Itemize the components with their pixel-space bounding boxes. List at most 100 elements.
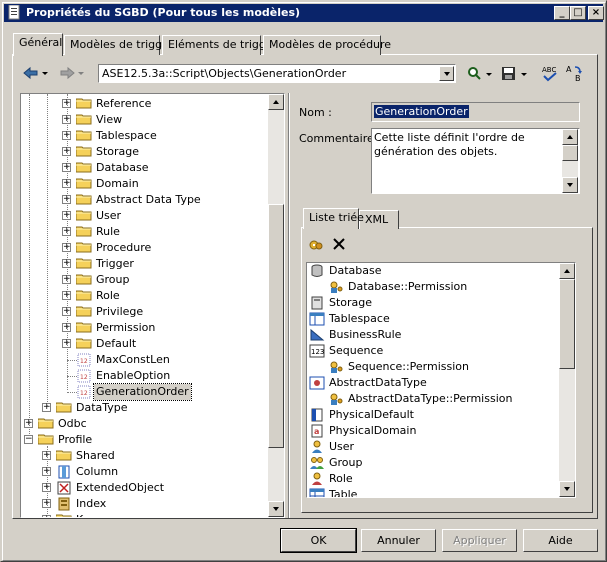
tab-procedure-templates[interactable]: Modèles de procédure bbox=[263, 35, 391, 55]
tree-item-label: DataType bbox=[76, 401, 128, 414]
resource-tree[interactable]: + Reference + View + Tablespace + Storage + Datab… bbox=[20, 93, 285, 518]
find-icon[interactable] bbox=[466, 66, 494, 84]
tree-item[interactable]: + Rule bbox=[21, 224, 266, 240]
spell-check-icon[interactable]: ABC bbox=[541, 64, 559, 82]
name-field[interactable]: GenerationOrder bbox=[371, 102, 580, 122]
maximize-button[interactable]: □ bbox=[570, 6, 586, 20]
replace-icon[interactable]: AB bbox=[565, 64, 585, 83]
tab-trigger-templates[interactable]: Modèles de trigger bbox=[64, 35, 173, 55]
tree-item[interactable]: + Column bbox=[21, 464, 266, 480]
svg-text:12: 12 bbox=[80, 390, 88, 397]
tree-scroll-down[interactable] bbox=[268, 501, 284, 517]
tree-item[interactable]: + Procedure bbox=[21, 240, 266, 256]
tablespace-icon bbox=[309, 312, 325, 326]
sorted-list[interactable]: Database Database::Permission Storage Table… bbox=[306, 262, 576, 498]
tree-item[interactable]: 12 EnableOption bbox=[21, 368, 266, 384]
comment-field[interactable]: Cette liste définit l'ordre de génératio… bbox=[371, 128, 580, 194]
tree-item-label: MaxConstLen bbox=[96, 353, 170, 366]
tree-item-label: Group bbox=[96, 273, 130, 286]
tree-item[interactable]: + Abstract Data Type bbox=[21, 192, 266, 208]
title-bar[interactable]: Propriétés du SGBD (Pour tous les modèle… bbox=[4, 4, 604, 22]
tab-sorted-list[interactable]: Liste triée bbox=[303, 208, 364, 229]
tree-item[interactable]: + Index bbox=[21, 496, 266, 512]
role-icon bbox=[309, 472, 325, 486]
name-value: GenerationOrder bbox=[374, 105, 469, 118]
properties-icon[interactable] bbox=[308, 237, 324, 256]
tree-item-label: Default bbox=[96, 337, 137, 350]
help-button[interactable]: Aide bbox=[523, 529, 598, 552]
close-button[interactable]: × bbox=[588, 6, 604, 20]
permission-icon bbox=[328, 280, 344, 294]
tree-item[interactable]: + Default bbox=[21, 336, 266, 352]
tree-item[interactable]: + Shared bbox=[21, 448, 266, 464]
tab-trigger-elements[interactable]: Eléments de trigger bbox=[162, 35, 277, 55]
tree-scroll-up[interactable] bbox=[268, 94, 284, 110]
tree-item-label: Abstract Data Type bbox=[96, 193, 201, 206]
ok-button[interactable]: OK bbox=[280, 528, 357, 553]
delete-icon[interactable] bbox=[332, 237, 346, 254]
comment-scroll-up[interactable] bbox=[562, 129, 578, 145]
list-item-label: AbstractDataType::Permission bbox=[348, 392, 513, 405]
tree-item[interactable]: 12 GenerationOrder bbox=[21, 383, 266, 401]
tree-item-label: Procedure bbox=[96, 241, 152, 254]
folder-icon bbox=[75, 257, 92, 271]
expand-toggle-icon[interactable]: − bbox=[24, 435, 33, 444]
tree-item-label: Rule bbox=[96, 225, 120, 238]
tree-scroll-thumb[interactable] bbox=[268, 204, 284, 448]
tab-general[interactable]: Général bbox=[13, 33, 63, 56]
tree-item[interactable]: + User bbox=[21, 208, 266, 224]
forward-arrow-icon[interactable] bbox=[59, 66, 85, 84]
tree-item-label: EnableOption bbox=[96, 369, 171, 382]
tree-item[interactable]: + View bbox=[21, 112, 266, 128]
cancel-button[interactable]: Annuler bbox=[361, 529, 436, 552]
tree-item-label: Index bbox=[76, 497, 107, 510]
folder-icon bbox=[75, 129, 92, 143]
list-scroll-up[interactable] bbox=[559, 263, 575, 279]
list-item-label: BusinessRule bbox=[329, 328, 402, 341]
tree-item[interactable]: + Storage bbox=[21, 144, 266, 160]
minimize-button[interactable]: _ bbox=[554, 6, 570, 20]
tree-item[interactable]: + Tablespace bbox=[21, 128, 266, 144]
tree-item-label: Domain bbox=[96, 177, 139, 190]
list-scrollbar[interactable] bbox=[559, 263, 575, 497]
splitter[interactable] bbox=[288, 93, 290, 518]
list-item-label: User bbox=[329, 440, 355, 453]
path-combo[interactable]: ASE12.5.3a::Script\Objects\GenerationOrd… bbox=[98, 64, 456, 83]
tree-item[interactable]: + Trigger bbox=[21, 256, 266, 272]
tree-item[interactable]: +K... bbox=[21, 512, 266, 517]
back-arrow-icon[interactable] bbox=[23, 66, 49, 84]
tree-item[interactable]: + Database bbox=[21, 160, 266, 176]
tree-item-label: Trigger bbox=[96, 257, 134, 270]
tree-item[interactable]: + ExtendedObject bbox=[21, 480, 266, 496]
tree-item[interactable]: 12 MaxConstLen bbox=[21, 352, 266, 368]
apply-button[interactable]: Appliquer bbox=[442, 529, 517, 552]
tree-item[interactable]: + Permission bbox=[21, 320, 266, 336]
comment-scroll-down[interactable] bbox=[562, 177, 578, 193]
tree-item[interactable]: + DataType bbox=[21, 400, 266, 416]
comment-scrollbar[interactable] bbox=[562, 129, 578, 193]
tab-xml[interactable]: XML bbox=[359, 210, 399, 229]
index-icon bbox=[56, 497, 72, 511]
tree-item[interactable]: + Odbc bbox=[21, 416, 266, 432]
tree-item[interactable]: + Group bbox=[21, 272, 266, 288]
list-scroll-thumb[interactable] bbox=[559, 279, 575, 369]
list-item-label: PhysicalDefault bbox=[329, 408, 414, 421]
tree-item[interactable]: + Privilege bbox=[21, 304, 266, 320]
tree-item[interactable]: + Reference bbox=[21, 96, 266, 112]
tree-item[interactable]: + Role bbox=[21, 288, 266, 304]
comment-scroll-thumb[interactable] bbox=[562, 145, 578, 161]
list-scroll-down[interactable] bbox=[559, 481, 575, 497]
property-item-icon: 12 bbox=[76, 353, 92, 367]
svg-text:12: 12 bbox=[80, 374, 88, 381]
tree-scrollbar[interactable] bbox=[268, 94, 284, 517]
path-combo-dropdown[interactable] bbox=[439, 66, 454, 81]
tree-item[interactable]: − Profile bbox=[21, 432, 266, 448]
tree-item-label: View bbox=[96, 113, 123, 126]
folder-icon bbox=[75, 225, 92, 239]
svg-text:ABC: ABC bbox=[542, 66, 556, 74]
tree-item[interactable]: + Domain bbox=[21, 176, 266, 192]
permission-icon bbox=[328, 392, 344, 406]
tree-item-label: Column bbox=[76, 465, 119, 478]
save-icon[interactable] bbox=[501, 66, 529, 84]
list-item-label: Table bbox=[329, 488, 358, 498]
